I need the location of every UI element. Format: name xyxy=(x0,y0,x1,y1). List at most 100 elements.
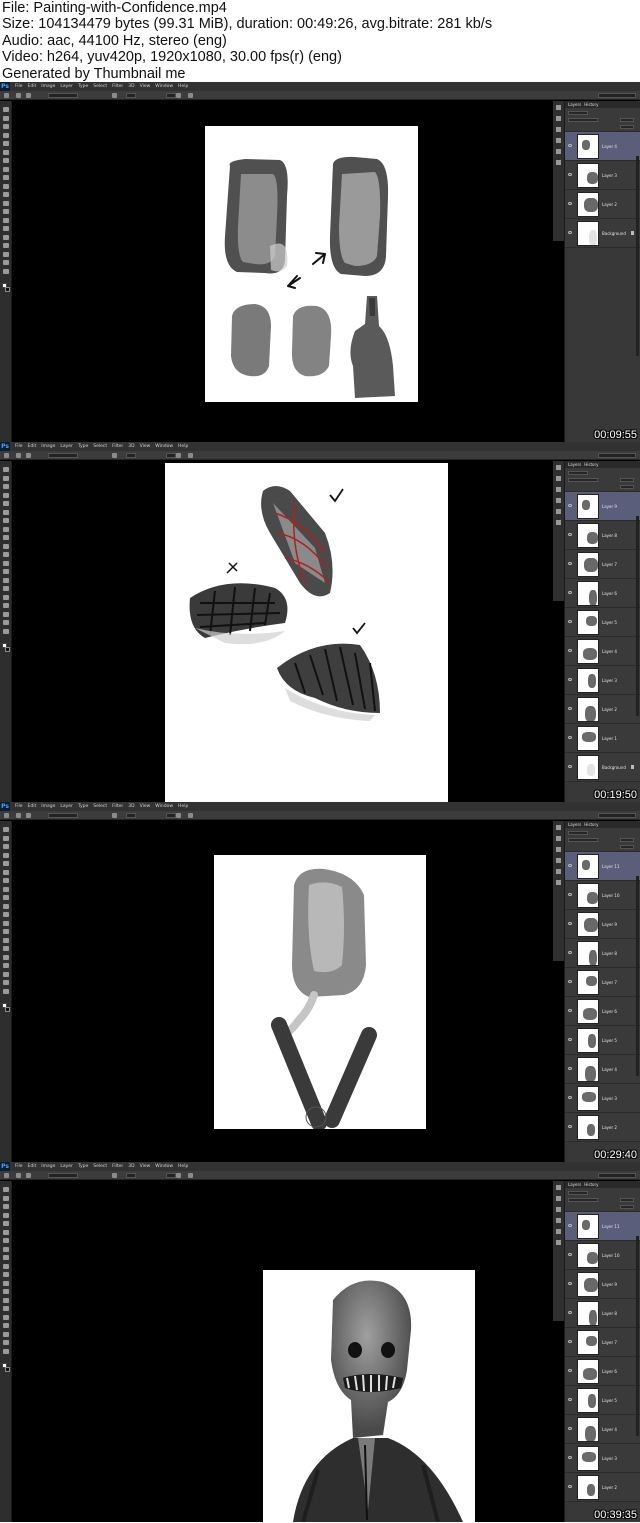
shape-tool-icon[interactable] xyxy=(3,1331,9,1337)
layer-row[interactable]: Layer 6 xyxy=(565,997,640,1026)
lasso-tool-icon[interactable] xyxy=(3,124,9,129)
tab-layers[interactable]: Layers xyxy=(568,461,581,468)
visibility-eye-icon[interactable] xyxy=(568,1369,572,1372)
layer-row[interactable]: Layer 8 xyxy=(565,1299,640,1328)
eyedropper-tool-icon[interactable] xyxy=(3,1229,9,1235)
menu-filter[interactable]: Filter xyxy=(112,802,123,811)
layer-row[interactable]: Layer 11 xyxy=(565,852,640,881)
eyedropper-tool-icon[interactable] xyxy=(3,869,9,875)
visibility-eye-icon[interactable] xyxy=(568,678,572,681)
flow-field[interactable] xyxy=(166,813,176,818)
tablet-size-icon[interactable] xyxy=(188,813,193,818)
menu-type[interactable]: Type xyxy=(78,442,88,451)
brush-panel-icon[interactable] xyxy=(26,813,31,818)
menu-view[interactable]: View xyxy=(140,1162,151,1171)
quick-select-tool-icon[interactable] xyxy=(3,492,9,498)
brush-panel-icon[interactable] xyxy=(26,1173,31,1178)
menu-3d[interactable]: 3D xyxy=(128,802,134,811)
layer-row[interactable]: Layer 10 xyxy=(565,1241,640,1270)
airbrush-icon[interactable] xyxy=(112,813,117,818)
airbrush-icon[interactable] xyxy=(112,1173,117,1178)
menu-view[interactable]: View xyxy=(140,442,151,451)
brush-tool-icon[interactable] xyxy=(4,453,9,458)
fill-field[interactable] xyxy=(620,485,634,489)
tab-layers[interactable]: Layers xyxy=(568,101,581,108)
zoom-tool-icon[interactable] xyxy=(3,268,9,274)
menu-type[interactable]: Type xyxy=(78,1162,88,1171)
history-panel-icon[interactable] xyxy=(556,1185,561,1190)
gradient-tool-icon[interactable] xyxy=(3,560,9,566)
layer-row[interactable]: Layer 7 xyxy=(565,1328,640,1357)
blend-mode-select[interactable] xyxy=(568,1198,598,1202)
visibility-eye-icon[interactable] xyxy=(568,980,572,983)
styles-icon[interactable] xyxy=(556,1240,561,1245)
visibility-eye-icon[interactable] xyxy=(568,533,572,536)
shape-tool-icon[interactable] xyxy=(3,251,9,257)
opacity-field[interactable] xyxy=(126,453,136,458)
document-canvas[interactable] xyxy=(205,126,418,402)
layer-row[interactable]: Layer 2 xyxy=(565,1473,640,1502)
swatches-icon[interactable] xyxy=(556,498,561,503)
brush-panel-icon[interactable] xyxy=(556,476,561,481)
dodge-tool-icon[interactable] xyxy=(3,937,9,943)
menu-3d[interactable]: 3D xyxy=(128,442,134,451)
layers-scrollbar[interactable] xyxy=(636,516,639,716)
visibility-eye-icon[interactable] xyxy=(568,765,572,768)
opacity-field[interactable] xyxy=(620,478,634,482)
layer-row[interactable]: Layer 11 xyxy=(565,1212,640,1241)
healing-tool-icon[interactable] xyxy=(3,158,9,163)
hand-tool-icon[interactable] xyxy=(3,260,9,265)
layer-row[interactable]: Layer 9 xyxy=(565,492,640,521)
opacity-field[interactable] xyxy=(126,813,136,818)
tablet-pressure-icon[interactable] xyxy=(176,1173,181,1178)
airbrush-icon[interactable] xyxy=(112,453,117,458)
flow-field[interactable] xyxy=(166,453,176,458)
brush-tool-icon[interactable] xyxy=(4,1173,9,1178)
tab-history[interactable]: History xyxy=(584,101,598,108)
swatches-icon[interactable] xyxy=(556,858,561,863)
visibility-eye-icon[interactable] xyxy=(568,1125,572,1128)
swatches-icon[interactable] xyxy=(556,138,561,143)
opacity-field[interactable] xyxy=(126,1173,136,1178)
crop-tool-icon[interactable] xyxy=(3,1221,9,1226)
quick-select-tool-icon[interactable] xyxy=(3,852,9,858)
type-tool-icon[interactable] xyxy=(3,594,9,600)
visibility-eye-icon[interactable] xyxy=(568,707,572,710)
visibility-eye-icon[interactable] xyxy=(568,1253,572,1256)
hand-tool-icon[interactable] xyxy=(3,1340,9,1345)
blur-tool-icon[interactable] xyxy=(3,569,9,574)
tablet-pressure-icon[interactable] xyxy=(176,453,181,458)
pen-tool-icon[interactable] xyxy=(3,586,9,591)
clone-source-icon[interactable] xyxy=(556,1207,561,1212)
styles-icon[interactable] xyxy=(556,880,561,885)
brush-tool-icon[interactable] xyxy=(3,886,9,892)
adjustments-icon[interactable] xyxy=(556,869,561,874)
menu-select[interactable]: Select xyxy=(93,82,107,91)
history-panel-icon[interactable] xyxy=(556,825,561,830)
gradient-tool-icon[interactable] xyxy=(3,200,9,206)
move-tool-icon[interactable] xyxy=(3,467,9,472)
styles-icon[interactable] xyxy=(556,520,561,525)
visibility-eye-icon[interactable] xyxy=(568,736,572,739)
tab-history[interactable]: History xyxy=(584,1181,598,1188)
shape-tool-icon[interactable] xyxy=(3,971,9,977)
visibility-eye-icon[interactable] xyxy=(568,620,572,623)
crop-tool-icon[interactable] xyxy=(3,501,9,506)
clone-stamp-tool-icon[interactable] xyxy=(3,535,9,540)
layer-row[interactable]: Layer 10 xyxy=(565,881,640,910)
path-select-tool-icon[interactable] xyxy=(3,243,9,248)
type-tool-icon[interactable] xyxy=(3,1314,9,1320)
adjustments-icon[interactable] xyxy=(556,149,561,154)
layer-row[interactable]: Layer 9 xyxy=(565,1270,640,1299)
layer-row[interactable]: Layer 4 xyxy=(565,1415,640,1444)
menu-help[interactable]: Help xyxy=(178,82,188,91)
tablet-pressure-icon[interactable] xyxy=(176,813,181,818)
adjustments-icon[interactable] xyxy=(556,1229,561,1234)
layer-row[interactable]: Layer 4 xyxy=(565,1055,640,1084)
tab-history[interactable]: History xyxy=(584,821,598,828)
brush-tool-icon[interactable] xyxy=(4,813,9,818)
menu-image[interactable]: Image xyxy=(41,802,55,811)
layer-filter-select[interactable] xyxy=(568,831,588,835)
layer-row[interactable]: Layer 3 xyxy=(565,161,640,190)
crop-tool-icon[interactable] xyxy=(3,861,9,866)
